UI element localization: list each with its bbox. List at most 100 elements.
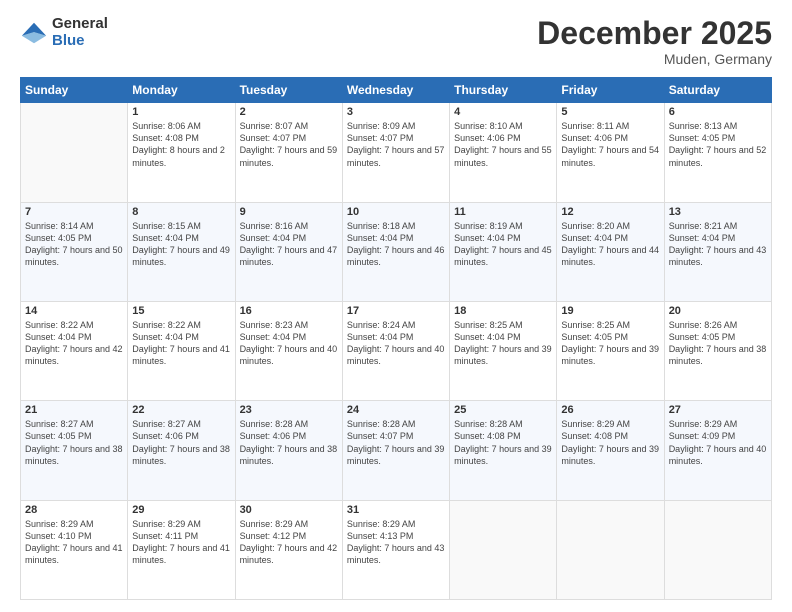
- logo: General Blue: [20, 16, 108, 49]
- day-number: 10: [347, 206, 445, 218]
- calendar-cell: 5 Sunrise: 8:11 AMSunset: 4:06 PMDaylight…: [557, 103, 664, 202]
- day-number: 29: [132, 504, 230, 516]
- day-header-wednesday: Wednesday: [342, 78, 449, 103]
- day-header-saturday: Saturday: [664, 78, 771, 103]
- calendar-cell: [450, 500, 557, 599]
- month-title: December 2025: [537, 16, 772, 51]
- cell-info: Sunrise: 8:23 AMSunset: 4:04 PMDaylight:…: [240, 319, 338, 368]
- cell-info: Sunrise: 8:29 AMSunset: 4:10 PMDaylight:…: [25, 518, 123, 567]
- cell-info: Sunrise: 8:29 AMSunset: 4:08 PMDaylight:…: [561, 418, 659, 467]
- day-number: 20: [669, 305, 767, 317]
- cell-info: Sunrise: 8:13 AMSunset: 4:05 PMDaylight:…: [669, 120, 767, 169]
- day-number: 12: [561, 206, 659, 218]
- day-number: 17: [347, 305, 445, 317]
- cell-info: Sunrise: 8:27 AMSunset: 4:06 PMDaylight:…: [132, 418, 230, 467]
- calendar-cell: 21Sunrise: 8:27 AMSunset: 4:05 PMDayligh…: [21, 401, 128, 500]
- day-number: 30: [240, 504, 338, 516]
- calendar-cell: 26 Sunrise: 8:29 AMSunset: 4:08 PMDayligh…: [557, 401, 664, 500]
- cell-info: Sunrise: 8:14 AMSunset: 4:05 PMDaylight:…: [25, 220, 123, 269]
- cell-info: Sunrise: 8:28 AMSunset: 4:07 PMDaylight:…: [347, 418, 445, 467]
- day-number: 23: [240, 404, 338, 416]
- cell-info: Sunrise: 8:10 AMSunset: 4:06 PMDaylight:…: [454, 120, 552, 169]
- day-number: 1: [132, 106, 230, 118]
- calendar-cell: 27 Sunrise: 8:29 AMSunset: 4:09 PMDayligh…: [664, 401, 771, 500]
- header: General Blue December 2025 Muden, German…: [20, 16, 772, 67]
- day-number: 4: [454, 106, 552, 118]
- calendar-cell: 3 Sunrise: 8:09 AMSunset: 4:07 PMDaylight…: [342, 103, 449, 202]
- title-block: December 2025 Muden, Germany: [537, 16, 772, 67]
- day-number: 9: [240, 206, 338, 218]
- cell-info: Sunrise: 8:06 AMSunset: 4:08 PMDaylight:…: [132, 120, 230, 169]
- calendar-cell: 31 Sunrise: 8:29 AMSunset: 4:13 PMDayligh…: [342, 500, 449, 599]
- cell-info: Sunrise: 8:11 AMSunset: 4:06 PMDaylight:…: [561, 120, 659, 169]
- day-number: 27: [669, 404, 767, 416]
- cell-info: Sunrise: 8:20 AMSunset: 4:04 PMDaylight:…: [561, 220, 659, 269]
- day-number: 26: [561, 404, 659, 416]
- calendar-cell: 20 Sunrise: 8:26 AMSunset: 4:05 PMDayligh…: [664, 301, 771, 400]
- calendar-cell: 10Sunrise: 8:18 AMSunset: 4:04 PMDayligh…: [342, 202, 449, 301]
- calendar-cell: 14Sunrise: 8:22 AMSunset: 4:04 PMDayligh…: [21, 301, 128, 400]
- cell-info: Sunrise: 8:16 AMSunset: 4:04 PMDaylight:…: [240, 220, 338, 269]
- logo-icon: [20, 19, 48, 47]
- calendar-cell: 7 Sunrise: 8:14 AMSunset: 4:05 PMDaylight…: [21, 202, 128, 301]
- day-number: 14: [25, 305, 123, 317]
- day-number: 11: [454, 206, 552, 218]
- day-number: 7: [25, 206, 123, 218]
- logo-blue: Blue: [52, 33, 108, 50]
- calendar-cell: 17 Sunrise: 8:24 AMSunset: 4:04 PMDayligh…: [342, 301, 449, 400]
- cell-info: Sunrise: 8:25 AMSunset: 4:05 PMDaylight:…: [561, 319, 659, 368]
- cell-info: Sunrise: 8:15 AMSunset: 4:04 PMDaylight:…: [132, 220, 230, 269]
- day-number: 25: [454, 404, 552, 416]
- calendar-cell: 4 Sunrise: 8:10 AMSunset: 4:06 PMDaylight…: [450, 103, 557, 202]
- day-header-monday: Monday: [128, 78, 235, 103]
- calendar-cell: 9 Sunrise: 8:16 AMSunset: 4:04 PMDaylight…: [235, 202, 342, 301]
- week-row-4: 28Sunrise: 8:29 AMSunset: 4:10 PMDayligh…: [21, 500, 772, 599]
- calendar-cell: 18Sunrise: 8:25 AMSunset: 4:04 PMDayligh…: [450, 301, 557, 400]
- day-number: 19: [561, 305, 659, 317]
- day-number: 2: [240, 106, 338, 118]
- day-number: 21: [25, 404, 123, 416]
- day-number: 22: [132, 404, 230, 416]
- calendar-table: SundayMondayTuesdayWednesdayThursdayFrid…: [20, 77, 772, 600]
- calendar-cell: [21, 103, 128, 202]
- calendar-cell: 28Sunrise: 8:29 AMSunset: 4:10 PMDayligh…: [21, 500, 128, 599]
- cell-info: Sunrise: 8:29 AMSunset: 4:12 PMDaylight:…: [240, 518, 338, 567]
- cell-info: Sunrise: 8:07 AMSunset: 4:07 PMDaylight:…: [240, 120, 338, 169]
- cell-info: Sunrise: 8:22 AMSunset: 4:04 PMDaylight:…: [132, 319, 230, 368]
- cell-info: Sunrise: 8:29 AMSunset: 4:09 PMDaylight:…: [669, 418, 767, 467]
- week-row-0: 1 Sunrise: 8:06 AMSunset: 4:08 PMDaylight…: [21, 103, 772, 202]
- calendar-cell: 15 Sunrise: 8:22 AMSunset: 4:04 PMDayligh…: [128, 301, 235, 400]
- header-row: SundayMondayTuesdayWednesdayThursdayFrid…: [21, 78, 772, 103]
- logo-general: General: [52, 16, 108, 33]
- day-number: 31: [347, 504, 445, 516]
- cell-info: Sunrise: 8:09 AMSunset: 4:07 PMDaylight:…: [347, 120, 445, 169]
- cell-info: Sunrise: 8:19 AMSunset: 4:04 PMDaylight:…: [454, 220, 552, 269]
- cell-info: Sunrise: 8:29 AMSunset: 4:13 PMDaylight:…: [347, 518, 445, 567]
- page: General Blue December 2025 Muden, German…: [0, 0, 792, 612]
- calendar-cell: 12 Sunrise: 8:20 AMSunset: 4:04 PMDayligh…: [557, 202, 664, 301]
- cell-info: Sunrise: 8:24 AMSunset: 4:04 PMDaylight:…: [347, 319, 445, 368]
- calendar-cell: 29Sunrise: 8:29 AMSunset: 4:11 PMDayligh…: [128, 500, 235, 599]
- calendar-cell: 13Sunrise: 8:21 AMSunset: 4:04 PMDayligh…: [664, 202, 771, 301]
- day-header-tuesday: Tuesday: [235, 78, 342, 103]
- calendar-cell: 16 Sunrise: 8:23 AMSunset: 4:04 PMDayligh…: [235, 301, 342, 400]
- day-number: 16: [240, 305, 338, 317]
- day-number: 24: [347, 404, 445, 416]
- cell-info: Sunrise: 8:26 AMSunset: 4:05 PMDaylight:…: [669, 319, 767, 368]
- calendar-cell: 19 Sunrise: 8:25 AMSunset: 4:05 PMDayligh…: [557, 301, 664, 400]
- day-header-sunday: Sunday: [21, 78, 128, 103]
- calendar-cell: 8Sunrise: 8:15 AMSunset: 4:04 PMDaylight…: [128, 202, 235, 301]
- day-number: 3: [347, 106, 445, 118]
- location: Muden, Germany: [537, 51, 772, 67]
- cell-info: Sunrise: 8:28 AMSunset: 4:08 PMDaylight:…: [454, 418, 552, 467]
- day-number: 5: [561, 106, 659, 118]
- day-number: 13: [669, 206, 767, 218]
- day-number: 15: [132, 305, 230, 317]
- calendar-cell: [664, 500, 771, 599]
- calendar-cell: 6Sunrise: 8:13 AMSunset: 4:05 PMDaylight…: [664, 103, 771, 202]
- day-header-friday: Friday: [557, 78, 664, 103]
- day-number: 18: [454, 305, 552, 317]
- calendar-cell: 11 Sunrise: 8:19 AMSunset: 4:04 PMDayligh…: [450, 202, 557, 301]
- calendar-cell: 30 Sunrise: 8:29 AMSunset: 4:12 PMDayligh…: [235, 500, 342, 599]
- calendar-cell: 1 Sunrise: 8:06 AMSunset: 4:08 PMDaylight…: [128, 103, 235, 202]
